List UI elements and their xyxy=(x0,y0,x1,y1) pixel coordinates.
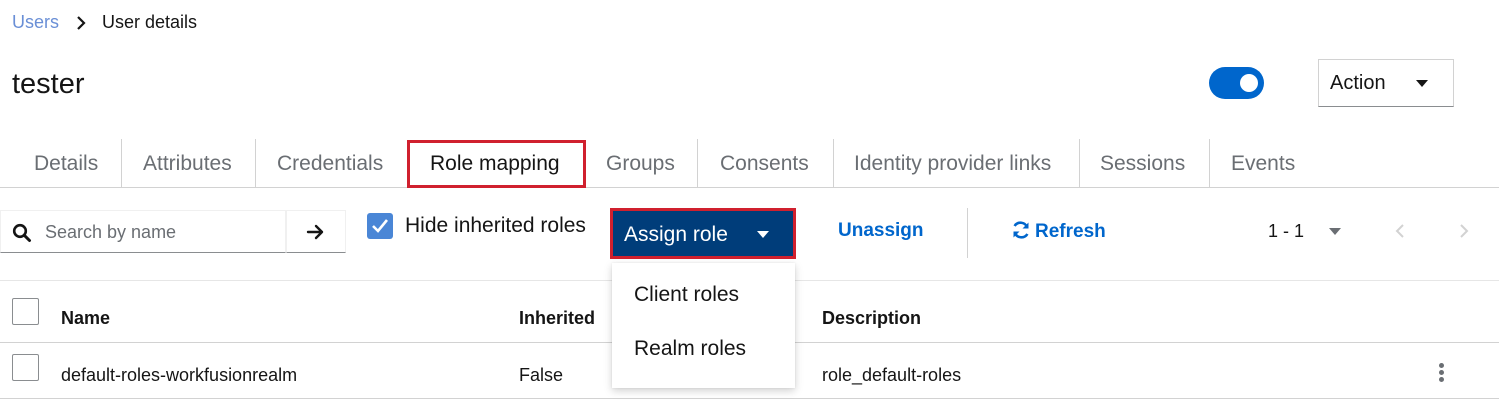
breadcrumb-link-users[interactable]: Users xyxy=(12,12,59,33)
refresh-button[interactable]: Refresh xyxy=(1011,220,1106,243)
column-header-inherited[interactable]: Inherited xyxy=(519,308,595,329)
hide-inherited-label: Hide inherited roles xyxy=(405,214,586,237)
tab-label: Groups xyxy=(606,152,675,175)
caret-down-icon xyxy=(1416,80,1428,87)
sync-icon xyxy=(1013,221,1029,239)
action-dropdown-label: Action xyxy=(1330,72,1386,94)
breadcrumb-current: User details xyxy=(102,12,198,32)
menu-item-label: Realm roles xyxy=(634,337,747,360)
kebab-icon[interactable] xyxy=(1431,361,1453,385)
caret-down-icon xyxy=(757,231,769,238)
tab-details[interactable]: Details xyxy=(0,139,121,187)
arrow-right-icon xyxy=(306,224,324,240)
chevron-right-icon xyxy=(77,16,86,30)
unassign-button[interactable]: Unassign xyxy=(838,220,924,242)
cell-name: default-roles-workfusionrealm xyxy=(61,365,298,385)
assign-role-button[interactable]: Assign role xyxy=(610,208,796,259)
tab-label: Identity provider links xyxy=(854,152,1052,175)
row-checkbox[interactable] xyxy=(12,354,39,381)
tab-label: Details xyxy=(34,152,99,175)
chevron-left-icon[interactable] xyxy=(1393,222,1407,240)
tab-consents[interactable]: Consents xyxy=(698,139,833,187)
assign-role-menu: Client roles Realm roles xyxy=(612,263,795,388)
tab-identity-provider-links[interactable]: Identity provider links xyxy=(834,139,1079,187)
toggle-knob xyxy=(1240,74,1258,92)
toolbar-divider xyxy=(967,208,968,258)
cell-description: role_default-roles xyxy=(822,365,962,385)
tab-bar: Details Attributes Credentials Role mapp… xyxy=(0,139,1499,188)
select-all-checkbox[interactable] xyxy=(12,298,39,325)
menu-item-label: Client roles xyxy=(634,283,740,306)
column-header-name[interactable]: Name xyxy=(61,308,110,329)
tab-attributes[interactable]: Attributes xyxy=(122,139,255,187)
chevron-right-icon[interactable] xyxy=(1457,222,1471,240)
refresh-label: Refresh xyxy=(1035,221,1106,242)
per-page-toggle[interactable] xyxy=(1329,228,1341,235)
tab-sessions[interactable]: Sessions xyxy=(1080,139,1209,187)
search-box xyxy=(0,210,286,253)
tab-credentials[interactable]: Credentials xyxy=(256,139,407,187)
tab-groups[interactable]: Groups xyxy=(586,139,697,187)
column-header-description[interactable]: Description xyxy=(822,308,921,329)
tab-label: Attributes xyxy=(143,152,232,175)
cell-inherited: False xyxy=(519,365,564,385)
search-icon xyxy=(12,223,31,242)
search-input[interactable] xyxy=(45,220,281,244)
tab-label: Consents xyxy=(720,152,809,175)
checkmark-icon xyxy=(372,219,389,233)
menu-item-client-roles[interactable]: Client roles xyxy=(612,271,795,321)
search-submit-button[interactable] xyxy=(286,210,346,253)
page-title: tester xyxy=(12,68,85,100)
table-divider xyxy=(0,398,1499,399)
tab-label: Credentials xyxy=(277,152,384,175)
hide-inherited-checkbox[interactable] xyxy=(367,213,393,239)
tab-events[interactable]: Events xyxy=(1210,139,1320,187)
active-tab-highlight xyxy=(407,140,586,188)
menu-item-realm-roles[interactable]: Realm roles xyxy=(612,325,795,375)
tab-label: Sessions xyxy=(1100,152,1186,175)
user-enabled-toggle[interactable] xyxy=(1209,67,1264,99)
tab-label: Events xyxy=(1231,152,1296,175)
action-dropdown[interactable]: Action xyxy=(1318,59,1454,107)
assign-role-label: Assign role xyxy=(624,223,728,246)
pagination-range: 1 - 1 xyxy=(1268,221,1305,241)
